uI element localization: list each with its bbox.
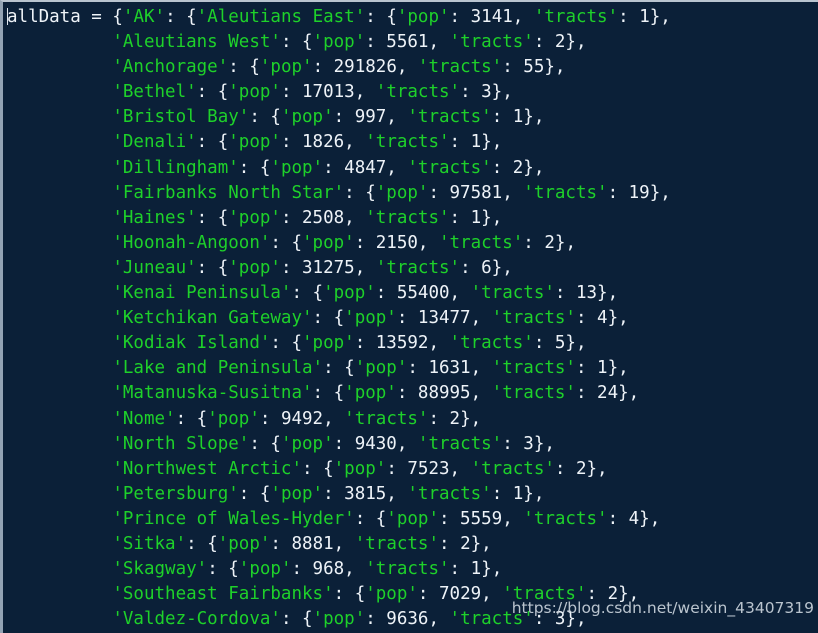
- code-output: allData = {'AK': {'Aleutians East': {'po…: [7, 4, 818, 633]
- code-line: 'Skagway': {'pop': 968, 'tracts': 1},: [112, 559, 503, 580]
- code-line: 'Bristol Bay': {'pop': 997, 'tracts': 1}…: [112, 107, 545, 128]
- code-line: 'Northwest Arctic': {'pop': 7523, 'tract…: [112, 458, 608, 479]
- code-line: 'Lake and Peninsula': {'pop': 1631, 'tra…: [112, 358, 629, 379]
- code-line: 'Fairbanks North Star': {'pop': 97581, '…: [112, 182, 671, 203]
- code-line: 'Matanuska-Susitna': {'pop': 88995, 'tra…: [112, 383, 640, 404]
- code-line: 'Bethel': {'pop': 17013, 'tracts': 3},: [112, 82, 513, 103]
- code-line: 'Hoonah-Angoon': {'pop': 2150, 'tracts':…: [112, 232, 576, 253]
- code-line: 'Dillingham': {'pop': 4847, 'tracts': 2}…: [112, 157, 545, 178]
- code-line: 'Kodiak Island': {'pop': 13592, 'tracts'…: [112, 333, 587, 354]
- code-line: 'Petersburg': {'pop': 3815, 'tracts': 1}…: [112, 483, 545, 504]
- code-line: 'Anchorage': {'pop': 291826, 'tracts': 5…: [112, 57, 566, 78]
- code-line: 'Nome': {'pop': 9492, 'tracts': 2},: [112, 408, 482, 429]
- code-line: 'Denali': {'pop': 1826, 'tracts': 1},: [112, 132, 503, 153]
- code-line: 'Sitka': {'pop': 8881, 'tracts': 2},: [112, 533, 492, 554]
- code-line: 'Kenai Peninsula': {'pop': 55400, 'tract…: [112, 283, 619, 304]
- code-line: 'Juneau': {'pop': 31275, 'tracts': 6},: [112, 257, 513, 278]
- code-line: 'Ketchikan Gateway': {'pop': 13477, 'tra…: [112, 308, 629, 329]
- code-line: 'North Slope': {'pop': 9430, 'tracts': 3…: [112, 433, 555, 454]
- watermark-url: https://blog.csdn.net/weixin_43407319: [511, 599, 814, 617]
- console-window[interactable]: allData = {'AK': {'Aleutians East': {'po…: [0, 0, 818, 633]
- code-line: 'Aleutians West': {'pop': 5561, 'tracts'…: [112, 32, 587, 53]
- code-line: 'Haines': {'pop': 2508, 'tracts': 1},: [112, 207, 503, 228]
- code-line: allData = {'AK': {'Aleutians East': {'po…: [7, 7, 671, 27]
- code-line: 'Prince of Wales-Hyder': {'pop': 5559, '…: [112, 508, 661, 529]
